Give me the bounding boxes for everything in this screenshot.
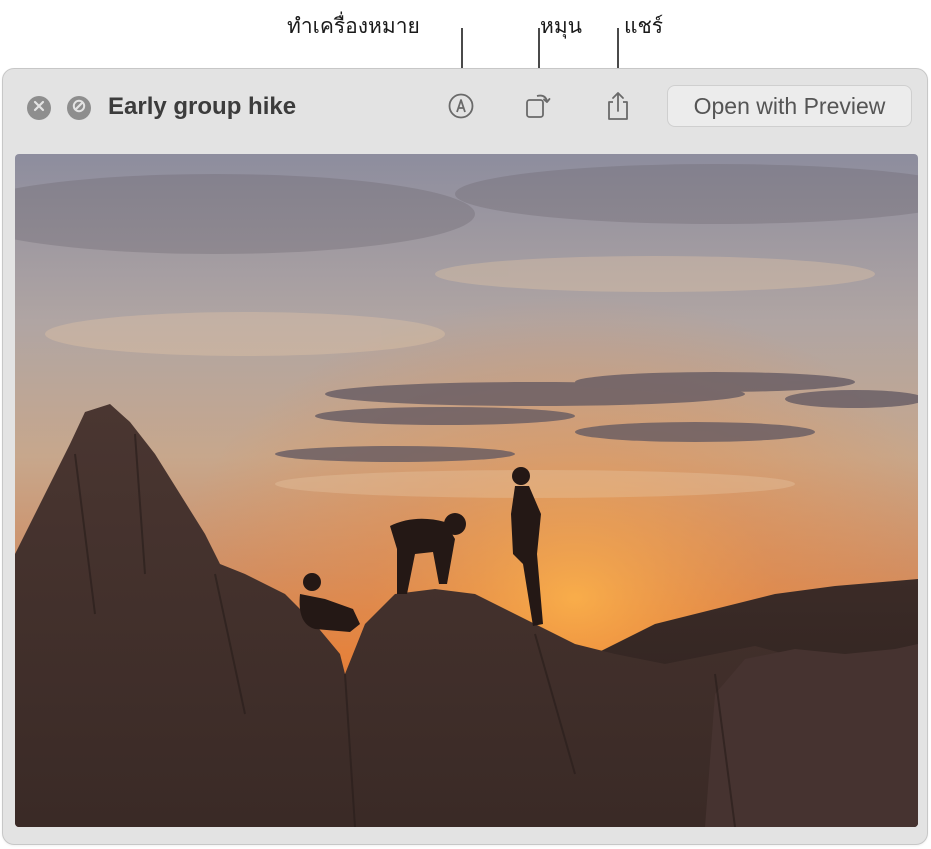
close-icon: [33, 99, 45, 117]
markup-button[interactable]: [447, 91, 475, 125]
share-callout-label: แชร์: [624, 14, 664, 38]
photo-preview: [15, 154, 918, 827]
close-button[interactable]: [27, 96, 51, 120]
share-button[interactable]: [604, 91, 632, 125]
hide-button[interactable]: [67, 96, 91, 120]
rotate-callout-label: หมุน: [540, 14, 583, 38]
rotate-button[interactable]: [524, 91, 552, 125]
share-icon: [604, 90, 632, 127]
hide-icon: [72, 99, 86, 118]
quick-look-window: Early group hike Open with Preview: [2, 68, 928, 845]
markup-icon: [447, 92, 475, 125]
rotate-icon: [523, 91, 553, 126]
markup-callout-label: ทำเครื่องหมาย: [287, 14, 420, 38]
open-with-preview-button[interactable]: Open with Preview: [667, 85, 912, 127]
window-title: Early group hike: [108, 93, 297, 120]
